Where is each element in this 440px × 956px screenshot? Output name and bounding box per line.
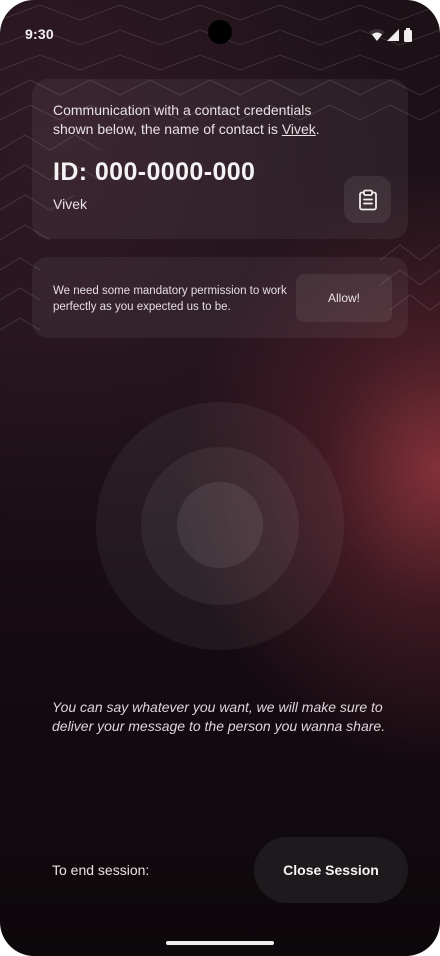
voice-ring-inner[interactable] xyxy=(177,482,263,568)
permission-text: We need some mandatory permission to wor… xyxy=(53,285,287,313)
credentials-description: Communication with a contact credentials… xyxy=(53,101,353,139)
end-session-label: To end session: xyxy=(52,862,150,878)
cellular-signal-icon xyxy=(387,29,399,41)
battery-icon xyxy=(404,28,412,42)
clipboard-icon xyxy=(358,189,377,210)
wifi-icon xyxy=(369,29,385,41)
status-time: 9:30 xyxy=(25,26,54,42)
status-bar: 9:30 xyxy=(0,0,440,64)
phone-screen: 9:30 Communication with a contact creden… xyxy=(0,0,440,956)
allow-button[interactable]: Allow! xyxy=(296,274,392,322)
permission-card: We need some mandatory permission to wor… xyxy=(32,257,408,338)
contact-link[interactable]: Vivek xyxy=(282,121,316,137)
credentials-card: Communication with a contact credentials… xyxy=(32,79,408,239)
contact-name: Vivek xyxy=(53,196,87,212)
description-prefix: Communication with a contact credentials… xyxy=(53,102,312,137)
contact-id: ID: 000-0000-000 xyxy=(53,158,256,186)
close-session-button[interactable]: Close Session xyxy=(254,837,408,903)
description-suffix: . xyxy=(315,121,320,137)
message-hint: You can say whatever you want, we will m… xyxy=(52,699,386,734)
copy-id-button[interactable] xyxy=(344,176,391,223)
home-indicator[interactable] xyxy=(166,941,274,945)
front-camera xyxy=(208,20,232,44)
status-icons xyxy=(368,27,418,43)
